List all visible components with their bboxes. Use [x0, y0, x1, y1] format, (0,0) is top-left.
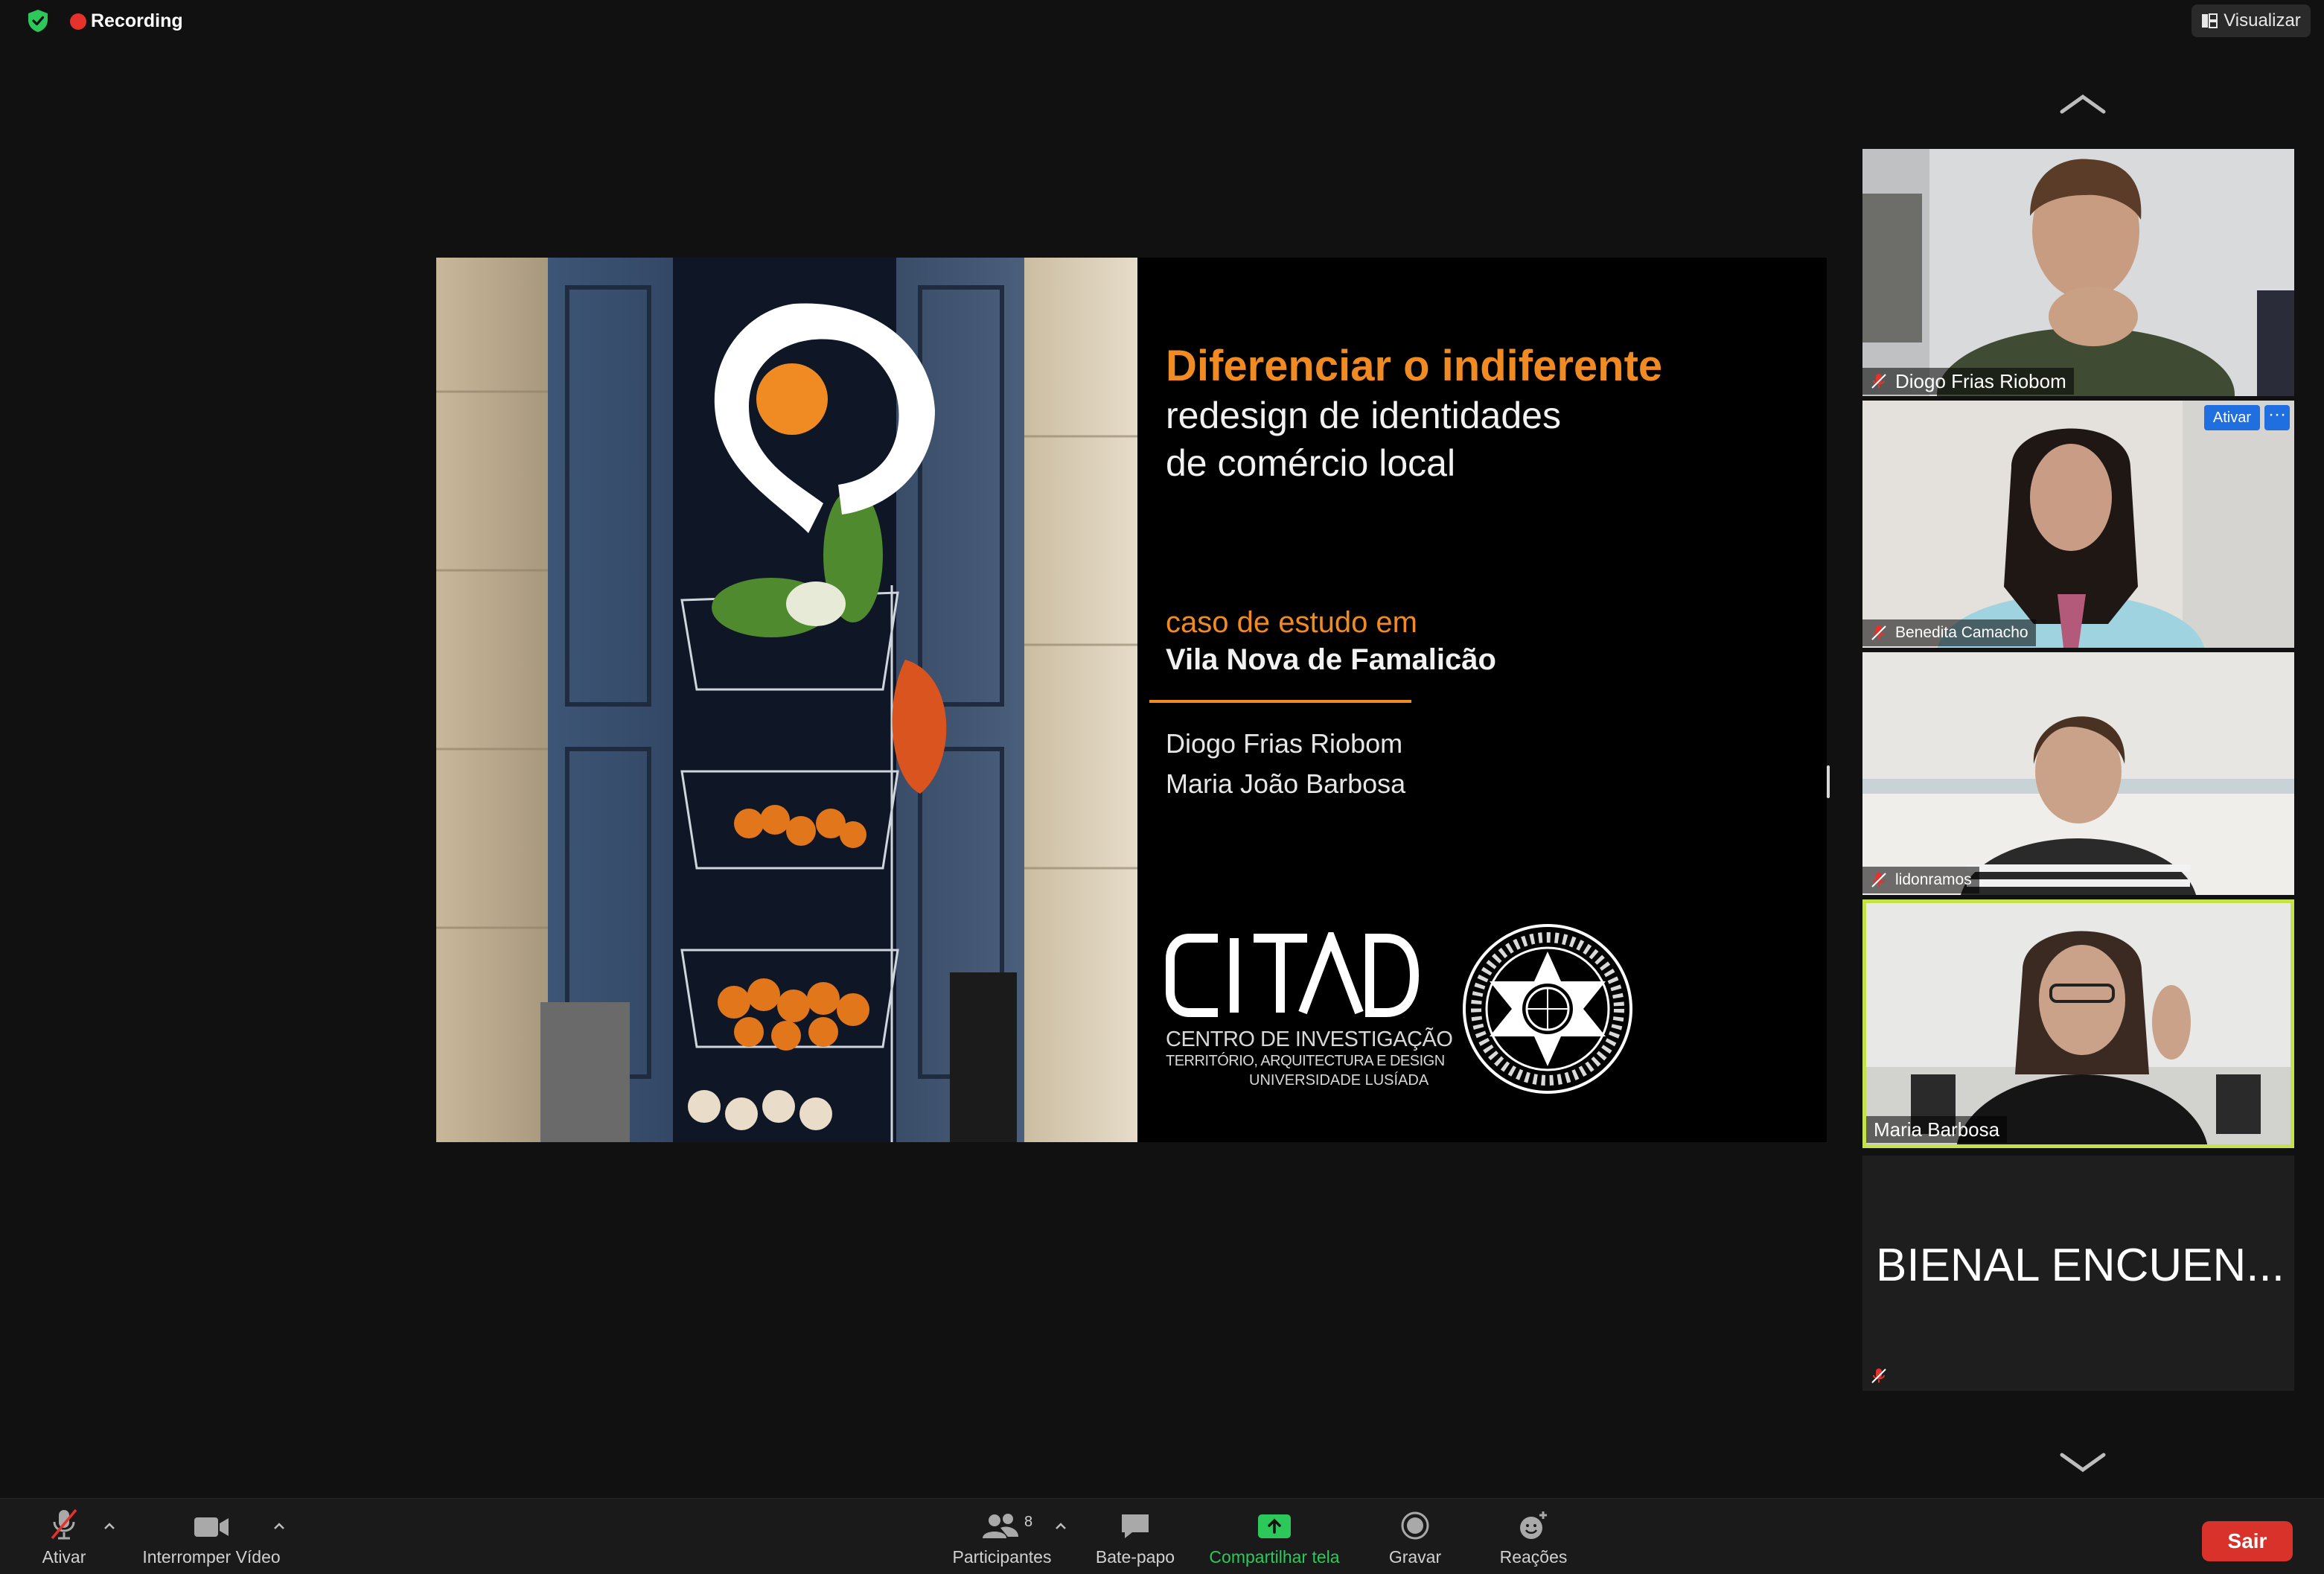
active-speaker-tile[interactable]: Maria Barbosa [1862, 899, 2294, 1148]
participant-video [1862, 652, 2294, 895]
video-tile[interactable]: BIENAL ENCUEN... [1862, 1156, 2294, 1391]
recording-dot-icon [70, 13, 86, 30]
slide-subtitle-line-1: redesign de identidades [1166, 395, 1561, 436]
citad-name-line-1: CENTRO DE INVESTIGAÇÃO [1166, 1027, 1453, 1051]
stop-video-button[interactable]: Interromper Vídeo [137, 1499, 286, 1574]
chat-label: Bate-papo [1095, 1547, 1175, 1567]
participant-video [1862, 401, 2294, 648]
mic-muted-icon [1871, 1369, 1886, 1383]
shopfront-photo [436, 258, 1137, 1142]
author-1: Diogo Frias Riobom [1166, 728, 1403, 759]
gallery-scroll-up-icon[interactable] [2059, 92, 2107, 115]
mic-muted-icon [1871, 625, 1886, 640]
case-study-place: Vila Nova de Famalicão [1166, 643, 1496, 676]
view-grid-icon [2202, 13, 2218, 28]
participant-name-label: Diogo Frias Riobom [1862, 368, 2074, 395]
gallery-scroll-down-icon[interactable] [2059, 1452, 2107, 1474]
citad-name-line-3: UNIVERSIDADE LUSÍADA [1249, 1072, 1429, 1089]
splitter-handle[interactable] [1827, 765, 1830, 798]
record-icon [1401, 1511, 1429, 1540]
reactions-label: Reações [1499, 1547, 1568, 1567]
chat-bubble-icon [1122, 1514, 1149, 1538]
participants-button[interactable]: Participantes [944, 1499, 1060, 1574]
share-screen-button[interactable]: Compartilhar tela [1201, 1499, 1347, 1574]
participant-name-label: Maria Barbosa [1866, 1116, 2008, 1143]
case-study-label: caso de estudo em [1166, 606, 1417, 639]
video-tile[interactable]: Ativar ··· Benedita Camacho [1862, 401, 2294, 648]
slide-subtitle: redesign de identidades de comércio loca… [1166, 392, 1561, 487]
share-screen-label: Compartilhar tela [1209, 1547, 1340, 1567]
shared-screen-slide: Diferenciar o indiferente redesign de id… [436, 258, 1827, 1142]
author-2: Maria João Barbosa [1166, 768, 1406, 799]
participant-name-label: Benedita Camacho [1862, 619, 2036, 646]
participants-count-badge: 8 [1024, 1514, 1033, 1530]
stop-video-label: Interromper Vídeo [142, 1547, 281, 1567]
participants-icon [983, 1514, 1018, 1538]
citad-logo [1166, 932, 1419, 1017]
reactions-button[interactable]: Reações [1493, 1499, 1574, 1574]
audio-options-caret-icon[interactable] [103, 1521, 116, 1532]
mic-muted-icon [1871, 374, 1886, 389]
more-options-button[interactable]: ··· [2264, 405, 2290, 430]
record-label: Gravar [1388, 1547, 1442, 1567]
slide-title: Diferenciar o indiferente [1166, 342, 1663, 390]
slide-text-panel: Diferenciar o indiferente redesign de id… [1149, 258, 1827, 1142]
orange-divider [1149, 700, 1411, 703]
view-label: Visualizar [2224, 10, 2301, 31]
mic-muted-icon [51, 1508, 77, 1540]
top-status-bar: Recording Visualizar [0, 0, 2324, 42]
chat-button[interactable]: Bate-papo [1091, 1499, 1179, 1574]
citad-name-line-2: TERRITÓRIO, ARQUITECTURA E DESIGN [1166, 1053, 1445, 1069]
reactions-emoji-icon [1520, 1511, 1547, 1539]
unmute-button[interactable]: Ativar [37, 1499, 91, 1574]
video-tile[interactable]: lidonramos [1862, 652, 2294, 895]
participant-video [1866, 903, 2291, 1144]
mic-muted-icon [1871, 873, 1886, 888]
video-options-caret-icon[interactable] [272, 1521, 286, 1532]
university-seal-logo [1463, 924, 1632, 1094]
leave-meeting-button[interactable]: Sair [2202, 1521, 2293, 1561]
view-button[interactable]: Visualizar [2191, 4, 2311, 37]
record-button[interactable]: Gravar [1385, 1499, 1446, 1574]
unmute-label: Ativar [42, 1547, 86, 1567]
recording-label[interactable]: Recording [91, 9, 183, 33]
slide-subtitle-line-2: de comércio local [1166, 442, 1456, 484]
unmute-request-button[interactable]: Ativar [2203, 405, 2260, 430]
encryption-shield-icon[interactable] [27, 9, 49, 33]
participants-options-caret-icon[interactable] [1054, 1521, 1067, 1532]
participant-name-placeholder: BIENAL ENCUEN... [1876, 1240, 2285, 1291]
video-camera-icon [194, 1517, 229, 1537]
meeting-toolbar: Ativar Interromper Vídeo Participantes 8… [0, 1498, 2324, 1574]
share-screen-icon [1258, 1514, 1291, 1538]
participants-label: Participantes [952, 1547, 1052, 1567]
participant-video [1862, 149, 2294, 396]
video-tile[interactable]: Diogo Frias Riobom [1862, 149, 2294, 396]
